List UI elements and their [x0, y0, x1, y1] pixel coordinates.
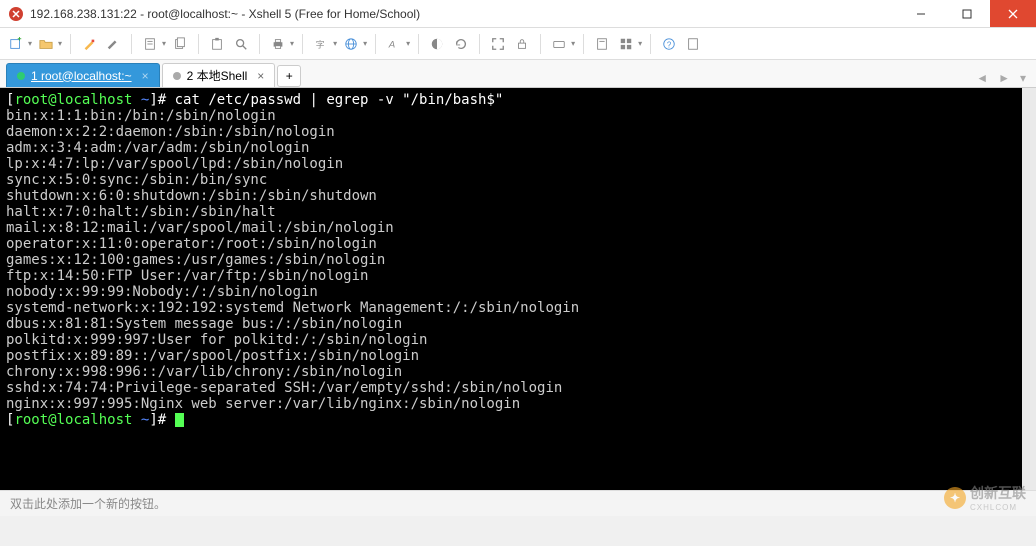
terminal-output: shutdown:x:6:0:shutdown:/sbin:/sbin/shut… [6, 188, 1016, 204]
status-dot-icon [17, 72, 25, 80]
terminal-output: polkitd:x:999:997:User for polkitd:/:/sb… [6, 332, 1016, 348]
window-title: 192.168.238.131:22 - root@localhost:~ - … [30, 7, 898, 21]
terminal-output: chrony:x:998:996::/var/lib/chrony:/sbin/… [6, 364, 1016, 380]
terminal-output: sync:x:5:0:sync:/sbin:/bin/sync [6, 172, 1016, 188]
svg-text:字: 字 [316, 38, 325, 49]
color-scheme-icon[interactable] [427, 34, 447, 54]
properties-icon[interactable] [140, 34, 160, 54]
toolbar: ▾ ▾ ▾ ▾ 字▾ ▾ A▾ ▾ ▾ ? [0, 28, 1036, 60]
terminal-output: nobody:x:99:99:Nobody:/:/sbin/nologin [6, 284, 1016, 300]
status-hint[interactable]: 双击此处添加一个新的按钮。 [10, 495, 166, 512]
lock-icon[interactable] [512, 34, 532, 54]
tab-label: 1 root@localhost:~ [31, 69, 132, 83]
tab-prev-icon[interactable]: ◄ [972, 69, 992, 87]
terminal-output: games:x:12:100:games:/usr/games:/sbin/no… [6, 252, 1016, 268]
terminal-output: mail:x:8:12:mail:/var/spool/mail:/sbin/n… [6, 220, 1016, 236]
keyboard-icon[interactable] [549, 34, 569, 54]
scrollbar-thumb[interactable] [1022, 88, 1036, 128]
open-folder-icon[interactable] [36, 34, 56, 54]
cursor [175, 413, 184, 427]
help-icon[interactable]: ? [659, 34, 679, 54]
terminal-output: operator:x:11:0:operator:/root:/sbin/nol… [6, 236, 1016, 252]
svg-text:A: A [388, 39, 395, 50]
globe-icon[interactable] [341, 34, 361, 54]
status-bar: 双击此处添加一个新的按钮。 ✦ 创新互联 CXHLCOM [0, 490, 1036, 516]
terminal-line: [root@localhost ~]# cat /etc/passwd | eg… [6, 92, 1016, 108]
tab-nav: ◄ ► ▾ [972, 69, 1030, 87]
terminal-output: ftp:x:14:50:FTP User:/var/ftp:/sbin/nolo… [6, 268, 1016, 284]
encoding-icon[interactable]: 字 [311, 34, 331, 54]
font-icon[interactable]: A [384, 34, 404, 54]
tile-icon[interactable] [616, 34, 636, 54]
fullscreen-icon[interactable] [488, 34, 508, 54]
tab-next-icon[interactable]: ► [994, 69, 1014, 87]
tab-close-icon[interactable]: × [142, 69, 149, 83]
tab-session-1[interactable]: 1 root@localhost:~ × [6, 63, 160, 87]
terminal-output: lp:x:4:7:lp:/var/spool/lpd:/sbin/nologin [6, 156, 1016, 172]
watermark-sub: CXHLCOM [970, 503, 1026, 512]
script-icon[interactable] [592, 34, 612, 54]
refresh-icon[interactable] [451, 34, 471, 54]
terminal-output: dbus:x:81:81:System message bus:/:/sbin/… [6, 316, 1016, 332]
tab-bar: 1 root@localhost:~ × 2 本地Shell × + ◄ ► ▾ [0, 60, 1036, 88]
terminal-output: nginx:x:997:995:Nginx web server:/var/li… [6, 396, 1016, 412]
terminal-output: systemd-network:x:192:192:systemd Networ… [6, 300, 1016, 316]
copy-icon[interactable] [170, 34, 190, 54]
terminal[interactable]: [root@localhost ~]# cat /etc/passwd | eg… [0, 88, 1036, 490]
watermark: ✦ 创新互联 CXHLCOM [944, 483, 1026, 512]
tab-list-icon[interactable]: ▾ [1016, 69, 1030, 87]
status-dot-icon [173, 72, 181, 80]
tab-close-icon[interactable]: × [257, 69, 264, 83]
print-icon[interactable] [268, 34, 288, 54]
app-icon [8, 6, 24, 22]
terminal-output: daemon:x:2:2:daemon:/sbin:/sbin/nologin [6, 124, 1016, 140]
terminal-output: sshd:x:74:74:Privilege-separated SSH:/va… [6, 380, 1016, 396]
close-button[interactable] [990, 0, 1036, 27]
tab-label: 2 本地Shell [187, 67, 248, 84]
minimize-button[interactable] [898, 0, 944, 27]
terminal-output: adm:x:3:4:adm:/var/adm:/sbin/nologin [6, 140, 1016, 156]
terminal-line: [root@localhost ~]# [6, 412, 1016, 428]
highlight-icon[interactable] [79, 34, 99, 54]
terminal-output: bin:x:1:1:bin:/bin:/sbin/nologin [6, 108, 1016, 124]
add-tab-button[interactable]: + [277, 65, 301, 87]
tools-icon[interactable] [683, 34, 703, 54]
edit-icon[interactable] [103, 34, 123, 54]
search-icon[interactable] [231, 34, 251, 54]
terminal-output: postfix:x:89:89::/var/spool/postfix:/sbi… [6, 348, 1016, 364]
watermark-brand: 创新互联 [970, 483, 1026, 503]
terminal-output: halt:x:7:0:halt:/sbin:/sbin/halt [6, 204, 1016, 220]
tab-session-2[interactable]: 2 本地Shell × [162, 63, 276, 87]
title-bar: 192.168.238.131:22 - root@localhost:~ - … [0, 0, 1036, 28]
maximize-button[interactable] [944, 0, 990, 27]
svg-text:?: ? [667, 40, 672, 49]
paste-icon[interactable] [207, 34, 227, 54]
new-session-icon[interactable] [6, 34, 26, 54]
watermark-logo-icon: ✦ [944, 487, 966, 509]
